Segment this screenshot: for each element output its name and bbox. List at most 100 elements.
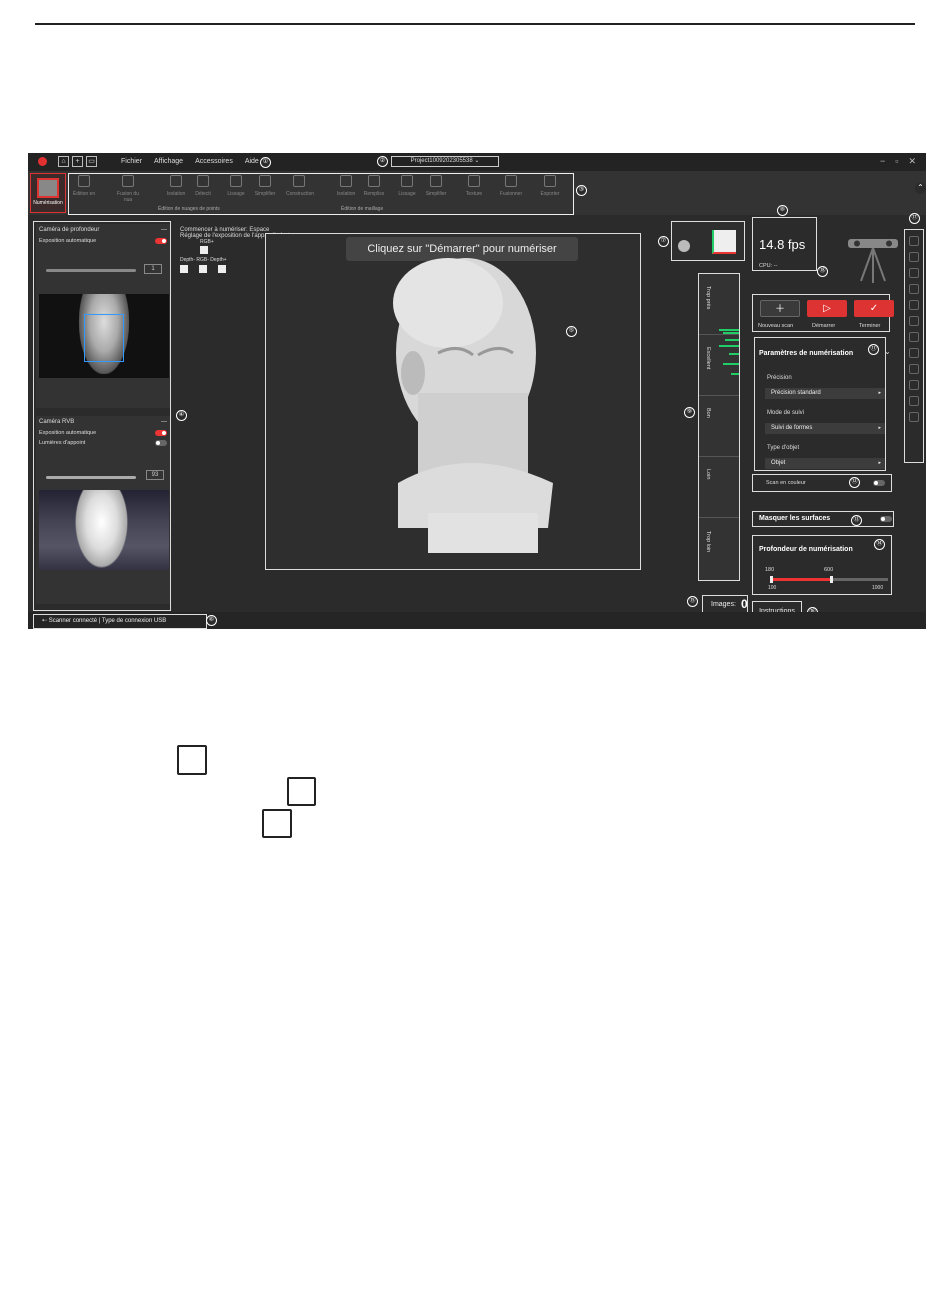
precision-select[interactable]: Précision standard xyxy=(765,388,885,399)
view-icon[interactable] xyxy=(909,412,919,422)
depth-minus-button[interactable] xyxy=(180,265,188,273)
depth-exposure-value[interactable]: 1 xyxy=(144,264,162,274)
quality-far: Loin xyxy=(699,457,739,518)
menu-aide[interactable]: Aide xyxy=(245,158,259,165)
tracking-label: Mode de suivi xyxy=(767,410,805,416)
rgb-minus-button[interactable] xyxy=(199,265,207,273)
distance-indicator: Trop près Excellent Bon Loin Trop loin xyxy=(698,273,740,581)
folder-icon xyxy=(262,809,292,838)
menu-accessoires[interactable]: Accessoires xyxy=(195,158,233,165)
depth-max-handle[interactable] xyxy=(830,576,833,583)
quality-good: Bon xyxy=(699,396,739,457)
right-tool-sidebar xyxy=(904,229,924,463)
object-type-label: Type d'objet xyxy=(767,445,800,451)
depth-title: Profondeur de numérisation xyxy=(759,546,853,553)
quality-bar xyxy=(723,363,739,365)
top-rule xyxy=(35,23,915,25)
view-sphere-icon[interactable] xyxy=(678,240,690,252)
menu-fichier[interactable]: Fichier xyxy=(121,158,142,165)
view-icon[interactable] xyxy=(909,380,919,390)
depth-exposure-slider[interactable] xyxy=(46,269,136,272)
new-project-icon[interactable]: + xyxy=(72,156,83,167)
rgb-camera-title: Caméra RVB xyxy=(39,419,75,425)
scan-tool-button[interactable]: Numérisation xyxy=(30,173,66,213)
chevron-down-icon[interactable]: ⌄ xyxy=(884,347,891,356)
connection-status: ⇠ Scanner connecté | Type de connexion U… xyxy=(33,614,207,629)
quality-label: Excellent xyxy=(705,347,711,370)
fill-light-label: Lumières d'appoint xyxy=(39,440,86,446)
tracking-box xyxy=(84,314,124,362)
quality-bar xyxy=(729,353,739,355)
annotation-3: ③ xyxy=(576,185,587,196)
scanned-bust xyxy=(393,258,553,553)
collapse-icon[interactable]: ⌃ xyxy=(915,183,926,194)
rgb-plus-button[interactable] xyxy=(200,246,208,254)
collapse-icon[interactable]: — xyxy=(161,419,167,425)
home-icon[interactable]: ⌂ xyxy=(58,156,69,167)
app-screenshot: ⌂ + ▭ Fichier Affichage Accessoires Aide… xyxy=(28,153,926,629)
color-scan-label: Scan en couleur xyxy=(766,480,806,486)
depth-max: 1000 xyxy=(872,585,884,591)
annotation-1: ① xyxy=(260,157,271,168)
quality-too-far: Trop loin xyxy=(699,518,739,579)
fill-light-toggle[interactable] xyxy=(155,440,167,446)
close-icon[interactable]: ✕ xyxy=(908,156,916,167)
view-icon[interactable] xyxy=(909,364,919,374)
camera-panels: Caméra de profondeur — Exposition automat… xyxy=(33,221,171,611)
new-scan-button[interactable]: ＋ xyxy=(760,300,800,317)
depth-auto-exposure-toggle[interactable] xyxy=(155,238,167,244)
color-scan-toggle[interactable] xyxy=(873,480,885,486)
annotation-7: ⑦ xyxy=(658,236,669,247)
view-icon[interactable] xyxy=(909,396,919,406)
images-count: 0 xyxy=(741,597,748,611)
annotation-17: ⑰ xyxy=(909,213,920,224)
view-icon[interactable] xyxy=(909,284,919,294)
quality-bar xyxy=(719,345,739,347)
quality-too-close: Trop près xyxy=(699,274,739,335)
minimize-icon[interactable]: − xyxy=(880,156,885,167)
view-cube-panel xyxy=(671,221,745,261)
rgb-auto-exposure-toggle[interactable] xyxy=(155,430,167,436)
quality-excellent: Excellent xyxy=(699,335,739,396)
depth-camera-title: Caméra de profondeur xyxy=(39,227,100,233)
toolbar-outline xyxy=(68,173,574,215)
new-scan-label: Nouveau scan xyxy=(758,323,794,329)
view-icon[interactable] xyxy=(909,316,919,326)
axis-cube-icon[interactable] xyxy=(712,230,736,254)
annotation-2: ② xyxy=(377,156,388,167)
depth-preview xyxy=(39,294,169,378)
annotation-4: ④ xyxy=(176,410,187,421)
rgb-exposure-value[interactable]: 93 xyxy=(146,470,164,480)
quality-label: Trop près xyxy=(705,286,711,310)
start-button[interactable]: ▷ xyxy=(807,300,847,317)
depth-max-selected: 600 xyxy=(824,567,834,573)
rgb-preview xyxy=(39,490,169,570)
view-icon[interactable] xyxy=(909,236,919,246)
depth-plus-button[interactable] xyxy=(218,265,226,273)
rgb-exposure-slider[interactable] xyxy=(46,476,136,479)
collapse-icon[interactable]: — xyxy=(161,227,167,233)
rgb-camera-panel: Caméra RVB — Exposition automatique Lumiè… xyxy=(36,416,170,604)
object-type-select[interactable]: Objet xyxy=(765,458,885,469)
annotation-18: ⑱ xyxy=(817,266,828,277)
depth-min-handle[interactable] xyxy=(770,576,773,583)
scan-tool-label: Numérisation xyxy=(33,200,63,206)
start-label: Démarrer xyxy=(812,323,836,329)
annotation-12: ⑫ xyxy=(849,477,860,488)
restore-icon[interactable]: ▫ xyxy=(895,156,898,167)
view-icon[interactable] xyxy=(909,252,919,262)
finish-button[interactable]: ✓ xyxy=(854,300,894,317)
tracking-select[interactable]: Suivi de formes xyxy=(765,423,885,434)
project-selector[interactable]: Project1009202305538 ⌄ xyxy=(391,156,499,167)
folder-icon[interactable]: ▭ xyxy=(86,156,97,167)
hide-surfaces-label: Masquer les surfaces xyxy=(759,515,831,522)
menu-affichage[interactable]: Affichage xyxy=(154,158,183,165)
view-icon[interactable] xyxy=(909,300,919,310)
view-icon[interactable] xyxy=(909,348,919,358)
view-icon[interactable] xyxy=(909,268,919,278)
quality-label: Trop loin xyxy=(705,530,711,552)
view-icon[interactable] xyxy=(909,332,919,342)
annotation-11: ⑪ xyxy=(868,344,879,355)
hide-surfaces-toggle[interactable] xyxy=(880,516,892,522)
window-controls: − ▫ ✕ xyxy=(880,156,916,167)
